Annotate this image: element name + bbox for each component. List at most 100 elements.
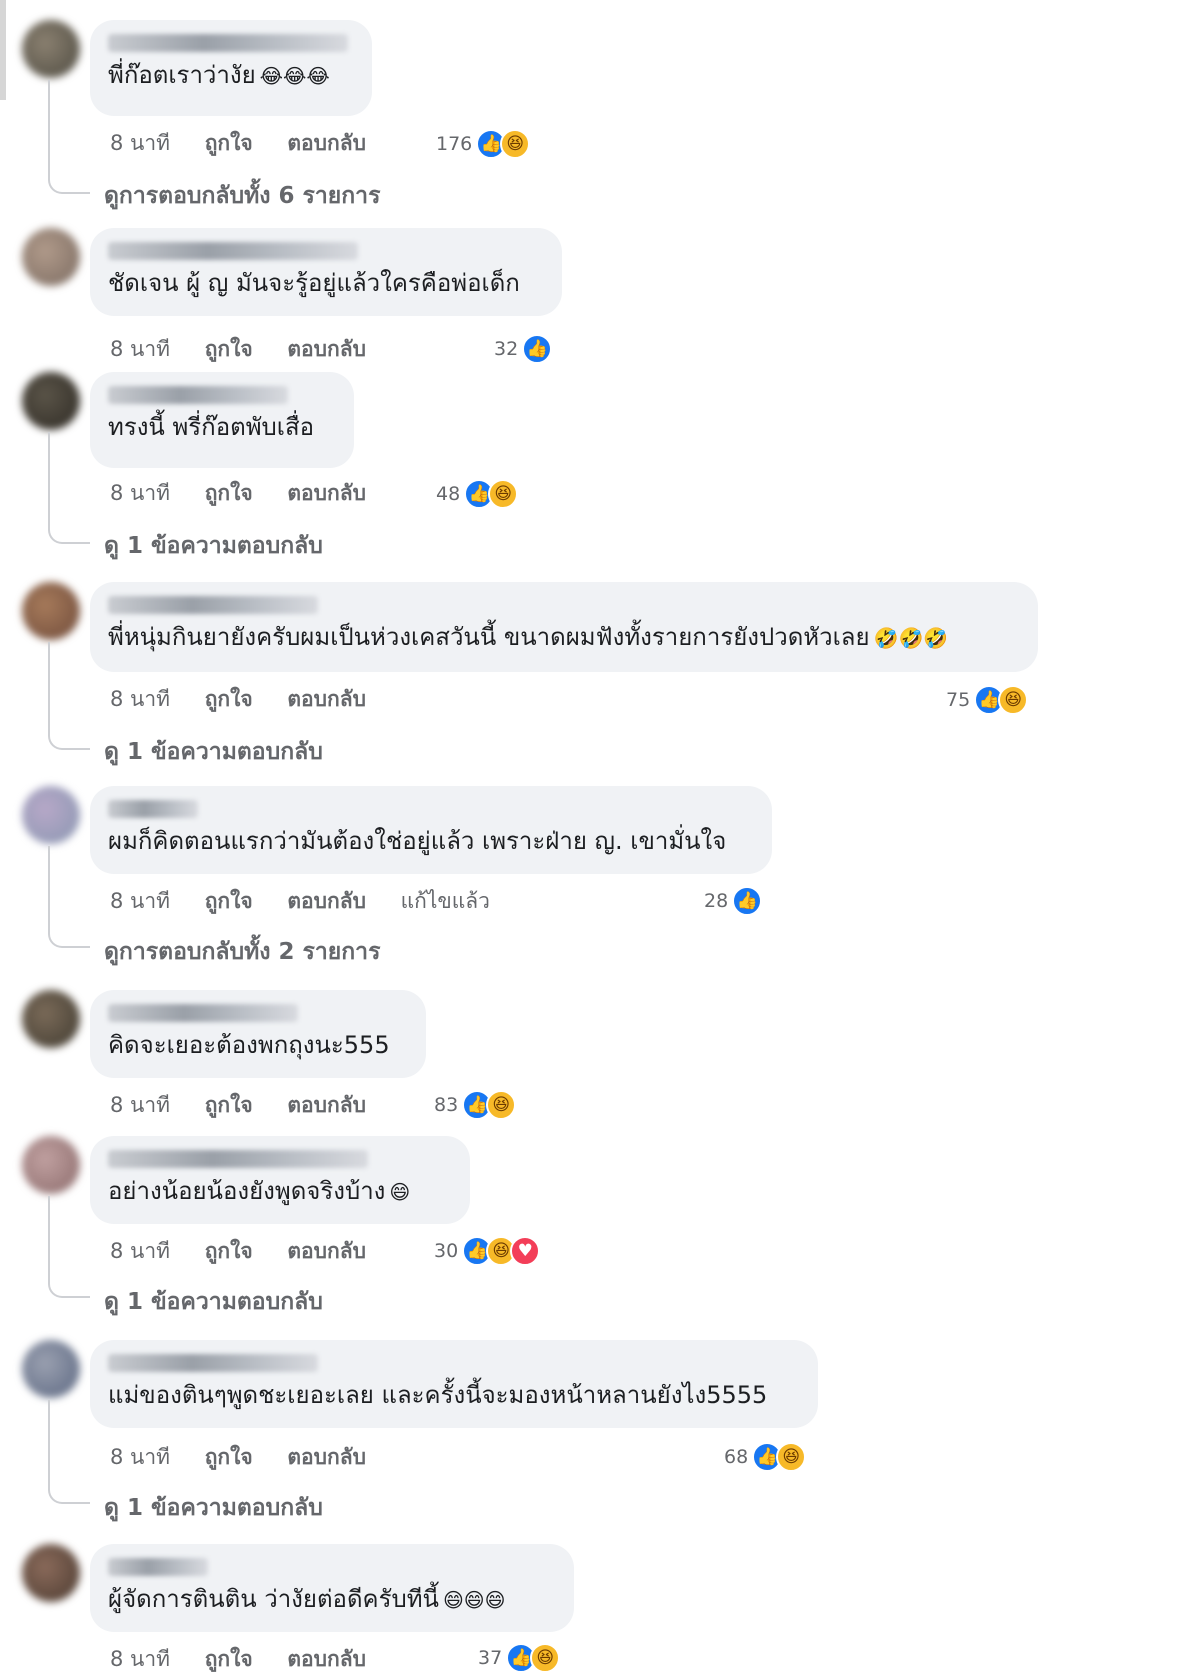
- author-name-blurred[interactable]: [108, 34, 348, 52]
- page-edge-bar: [0, 0, 6, 100]
- comment-text: ผมก็คิดตอนแรกว่ามันต้องใช่อยู่แล้ว เพราะ…: [108, 827, 727, 855]
- author-name-blurred[interactable]: [108, 596, 318, 614]
- haha-reaction-icon: 😆: [776, 1442, 807, 1472]
- thread-line: [48, 1400, 50, 1486]
- timestamp[interactable]: 8 นาที: [110, 1647, 170, 1671]
- view-replies-link[interactable]: ดูการตอบกลับทั้ง 6 รายการ: [104, 178, 380, 214]
- thread-line: [48, 432, 50, 526]
- comment-emoji: 🤣🤣🤣: [873, 626, 949, 650]
- haha-reaction-icon: 😆: [486, 1090, 517, 1120]
- comment-emoji: 😂😂😂: [259, 64, 330, 88]
- timestamp[interactable]: 8 นาที: [110, 131, 170, 155]
- timestamp[interactable]: 8 นาที: [110, 687, 170, 711]
- author-name-blurred[interactable]: [108, 1004, 298, 1022]
- avatar[interactable]: [22, 228, 80, 286]
- reply-button[interactable]: ตอบกลับ: [287, 889, 366, 913]
- reaction-summary[interactable]: 68 👍 😆: [724, 1441, 807, 1473]
- like-button[interactable]: ถูกใจ: [205, 1093, 253, 1117]
- author-name-blurred[interactable]: [108, 1354, 318, 1372]
- avatar[interactable]: [22, 372, 80, 430]
- like-button[interactable]: ถูกใจ: [205, 1445, 253, 1469]
- reply-button[interactable]: ตอบกลับ: [287, 687, 366, 711]
- like-button[interactable]: ถูกใจ: [205, 337, 253, 361]
- reaction-summary[interactable]: 32 👍: [494, 333, 553, 365]
- reply-button[interactable]: ตอบกลับ: [287, 1093, 366, 1117]
- author-name-blurred[interactable]: [108, 386, 288, 404]
- like-reaction-icon: 👍: [522, 334, 553, 364]
- comment-actions: 8 นาที ถูกใจ ตอบกลับ: [110, 478, 394, 508]
- comment-bubble: คิดจะเยอะต้องพกถุงนะ555: [90, 990, 426, 1078]
- like-button[interactable]: ถูกใจ: [205, 1239, 253, 1263]
- thread-line: [48, 80, 50, 176]
- comment-text-row: ผมก็คิดตอนแรกว่ามันต้องใช่อยู่แล้ว เพราะ…: [108, 826, 754, 857]
- like-button[interactable]: ถูกใจ: [205, 1647, 253, 1671]
- like-button[interactable]: ถูกใจ: [205, 131, 253, 155]
- view-replies-link[interactable]: ดูการตอบกลับทั้ง 2 รายการ: [104, 934, 380, 970]
- avatar[interactable]: [22, 582, 80, 640]
- reaction-count: 83: [434, 1094, 459, 1116]
- reaction-count: 176: [436, 133, 473, 155]
- comment-text-row: อย่างน้อยน้องยังพูดจริงบ้าง 😄: [108, 1176, 452, 1207]
- view-replies-link[interactable]: ดู 1 ข้อความตอบกลับ: [104, 528, 323, 564]
- avatar[interactable]: [22, 1136, 80, 1194]
- avatar[interactable]: [22, 990, 80, 1048]
- like-button[interactable]: ถูกใจ: [205, 889, 253, 913]
- reply-button[interactable]: ตอบกลับ: [287, 131, 366, 155]
- thread-line: [48, 642, 50, 732]
- like-button[interactable]: ถูกใจ: [205, 687, 253, 711]
- comment-text-row: พี่ก๊อตเราว่างัย 😂😂😂: [108, 60, 354, 91]
- reaction-summary[interactable]: 75 👍 😆: [946, 684, 1029, 716]
- view-replies-link[interactable]: ดู 1 ข้อความตอบกลับ: [104, 734, 323, 770]
- avatar[interactable]: [22, 1544, 80, 1602]
- reply-button[interactable]: ตอบกลับ: [287, 337, 366, 361]
- comment-text: คิดจะเยอะต้องพกถุงนะ555: [108, 1031, 390, 1059]
- comment-text-row: พี่หนุ่มกินยายังครับผมเป็นห่วงเคสวันนี้ …: [108, 622, 1020, 653]
- comment-text: พี่ก๊อตเราว่างัย: [108, 61, 256, 89]
- reaction-summary[interactable]: 48 👍 😆: [436, 478, 519, 510]
- timestamp[interactable]: 8 นาที: [110, 481, 170, 505]
- thread-line: [48, 1196, 50, 1280]
- reaction-summary[interactable]: 30 👍 😆 ♥: [434, 1235, 541, 1267]
- timestamp[interactable]: 8 นาที: [110, 1445, 170, 1469]
- reaction-count: 48: [436, 483, 461, 505]
- comment-actions: 8 นาที ถูกใจ ตอบกลับ: [110, 1090, 394, 1120]
- like-button[interactable]: ถูกใจ: [205, 481, 253, 505]
- view-replies-link[interactable]: ดู 1 ข้อความตอบกลับ: [104, 1490, 323, 1526]
- timestamp[interactable]: 8 นาที: [110, 1239, 170, 1263]
- comment-bubble: ชัดเจน ผู้ ญ มันจะรู้อยู่แล้วใครคือพ่อเด…: [90, 228, 562, 316]
- comment-bubble: พี่หนุ่มกินยายังครับผมเป็นห่วงเคสวันนี้ …: [90, 582, 1038, 672]
- reaction-summary[interactable]: 176 👍 😆: [436, 128, 531, 160]
- reaction-count: 68: [724, 1446, 749, 1468]
- timestamp[interactable]: 8 นาที: [110, 337, 170, 361]
- haha-reaction-icon: 😆: [500, 129, 531, 159]
- reply-button[interactable]: ตอบกลับ: [287, 1239, 366, 1263]
- timestamp[interactable]: 8 นาที: [110, 889, 170, 913]
- comment-text: แม่ของตินๆพูดชะเยอะเลย และครั้งนี้จะมองห…: [108, 1381, 768, 1409]
- reaction-count: 37: [478, 1647, 503, 1669]
- author-name-blurred[interactable]: [108, 242, 358, 260]
- view-replies-link[interactable]: ดู 1 ข้อความตอบกลับ: [104, 1284, 323, 1320]
- author-name-blurred[interactable]: [108, 1558, 208, 1576]
- comment-text-row: คิดจะเยอะต้องพกถุงนะ555: [108, 1030, 408, 1061]
- avatar[interactable]: [22, 786, 80, 844]
- comment-actions: 8 นาที ถูกใจ ตอบกลับ แก้ไขแล้ว: [110, 886, 518, 916]
- reaction-count: 28: [704, 890, 729, 912]
- reply-button[interactable]: ตอบกลับ: [287, 481, 366, 505]
- reaction-count: 30: [434, 1240, 459, 1262]
- author-name-blurred[interactable]: [108, 800, 198, 818]
- comment-actions: 8 นาที ถูกใจ ตอบกลับ: [110, 1644, 394, 1674]
- reaction-summary[interactable]: 37 👍 😆: [478, 1642, 561, 1674]
- comment-text: พี่หนุ่มกินยายังครับผมเป็นห่วงเคสวันนี้ …: [108, 623, 870, 651]
- author-name-blurred[interactable]: [108, 1150, 368, 1168]
- comment-text-row: ทรงนี้ พรี่ก๊อตพับเสื่อ: [108, 412, 336, 443]
- timestamp[interactable]: 8 นาที: [110, 1093, 170, 1117]
- comment-text: ผู้จัดการตินติน ว่างัยต่อดีครับทีนี้: [108, 1585, 439, 1613]
- reply-button[interactable]: ตอบกลับ: [287, 1647, 366, 1671]
- edited-label[interactable]: แก้ไขแล้ว: [401, 889, 490, 913]
- avatar[interactable]: [22, 1340, 80, 1398]
- reaction-summary[interactable]: 28 👍: [704, 885, 763, 917]
- comment-text-row: ผู้จัดการตินติน ว่างัยต่อดีครับทีนี้ 😄😄😄: [108, 1584, 556, 1615]
- avatar[interactable]: [22, 20, 80, 78]
- reply-button[interactable]: ตอบกลับ: [287, 1445, 366, 1469]
- reaction-summary[interactable]: 83 👍 😆: [434, 1089, 517, 1121]
